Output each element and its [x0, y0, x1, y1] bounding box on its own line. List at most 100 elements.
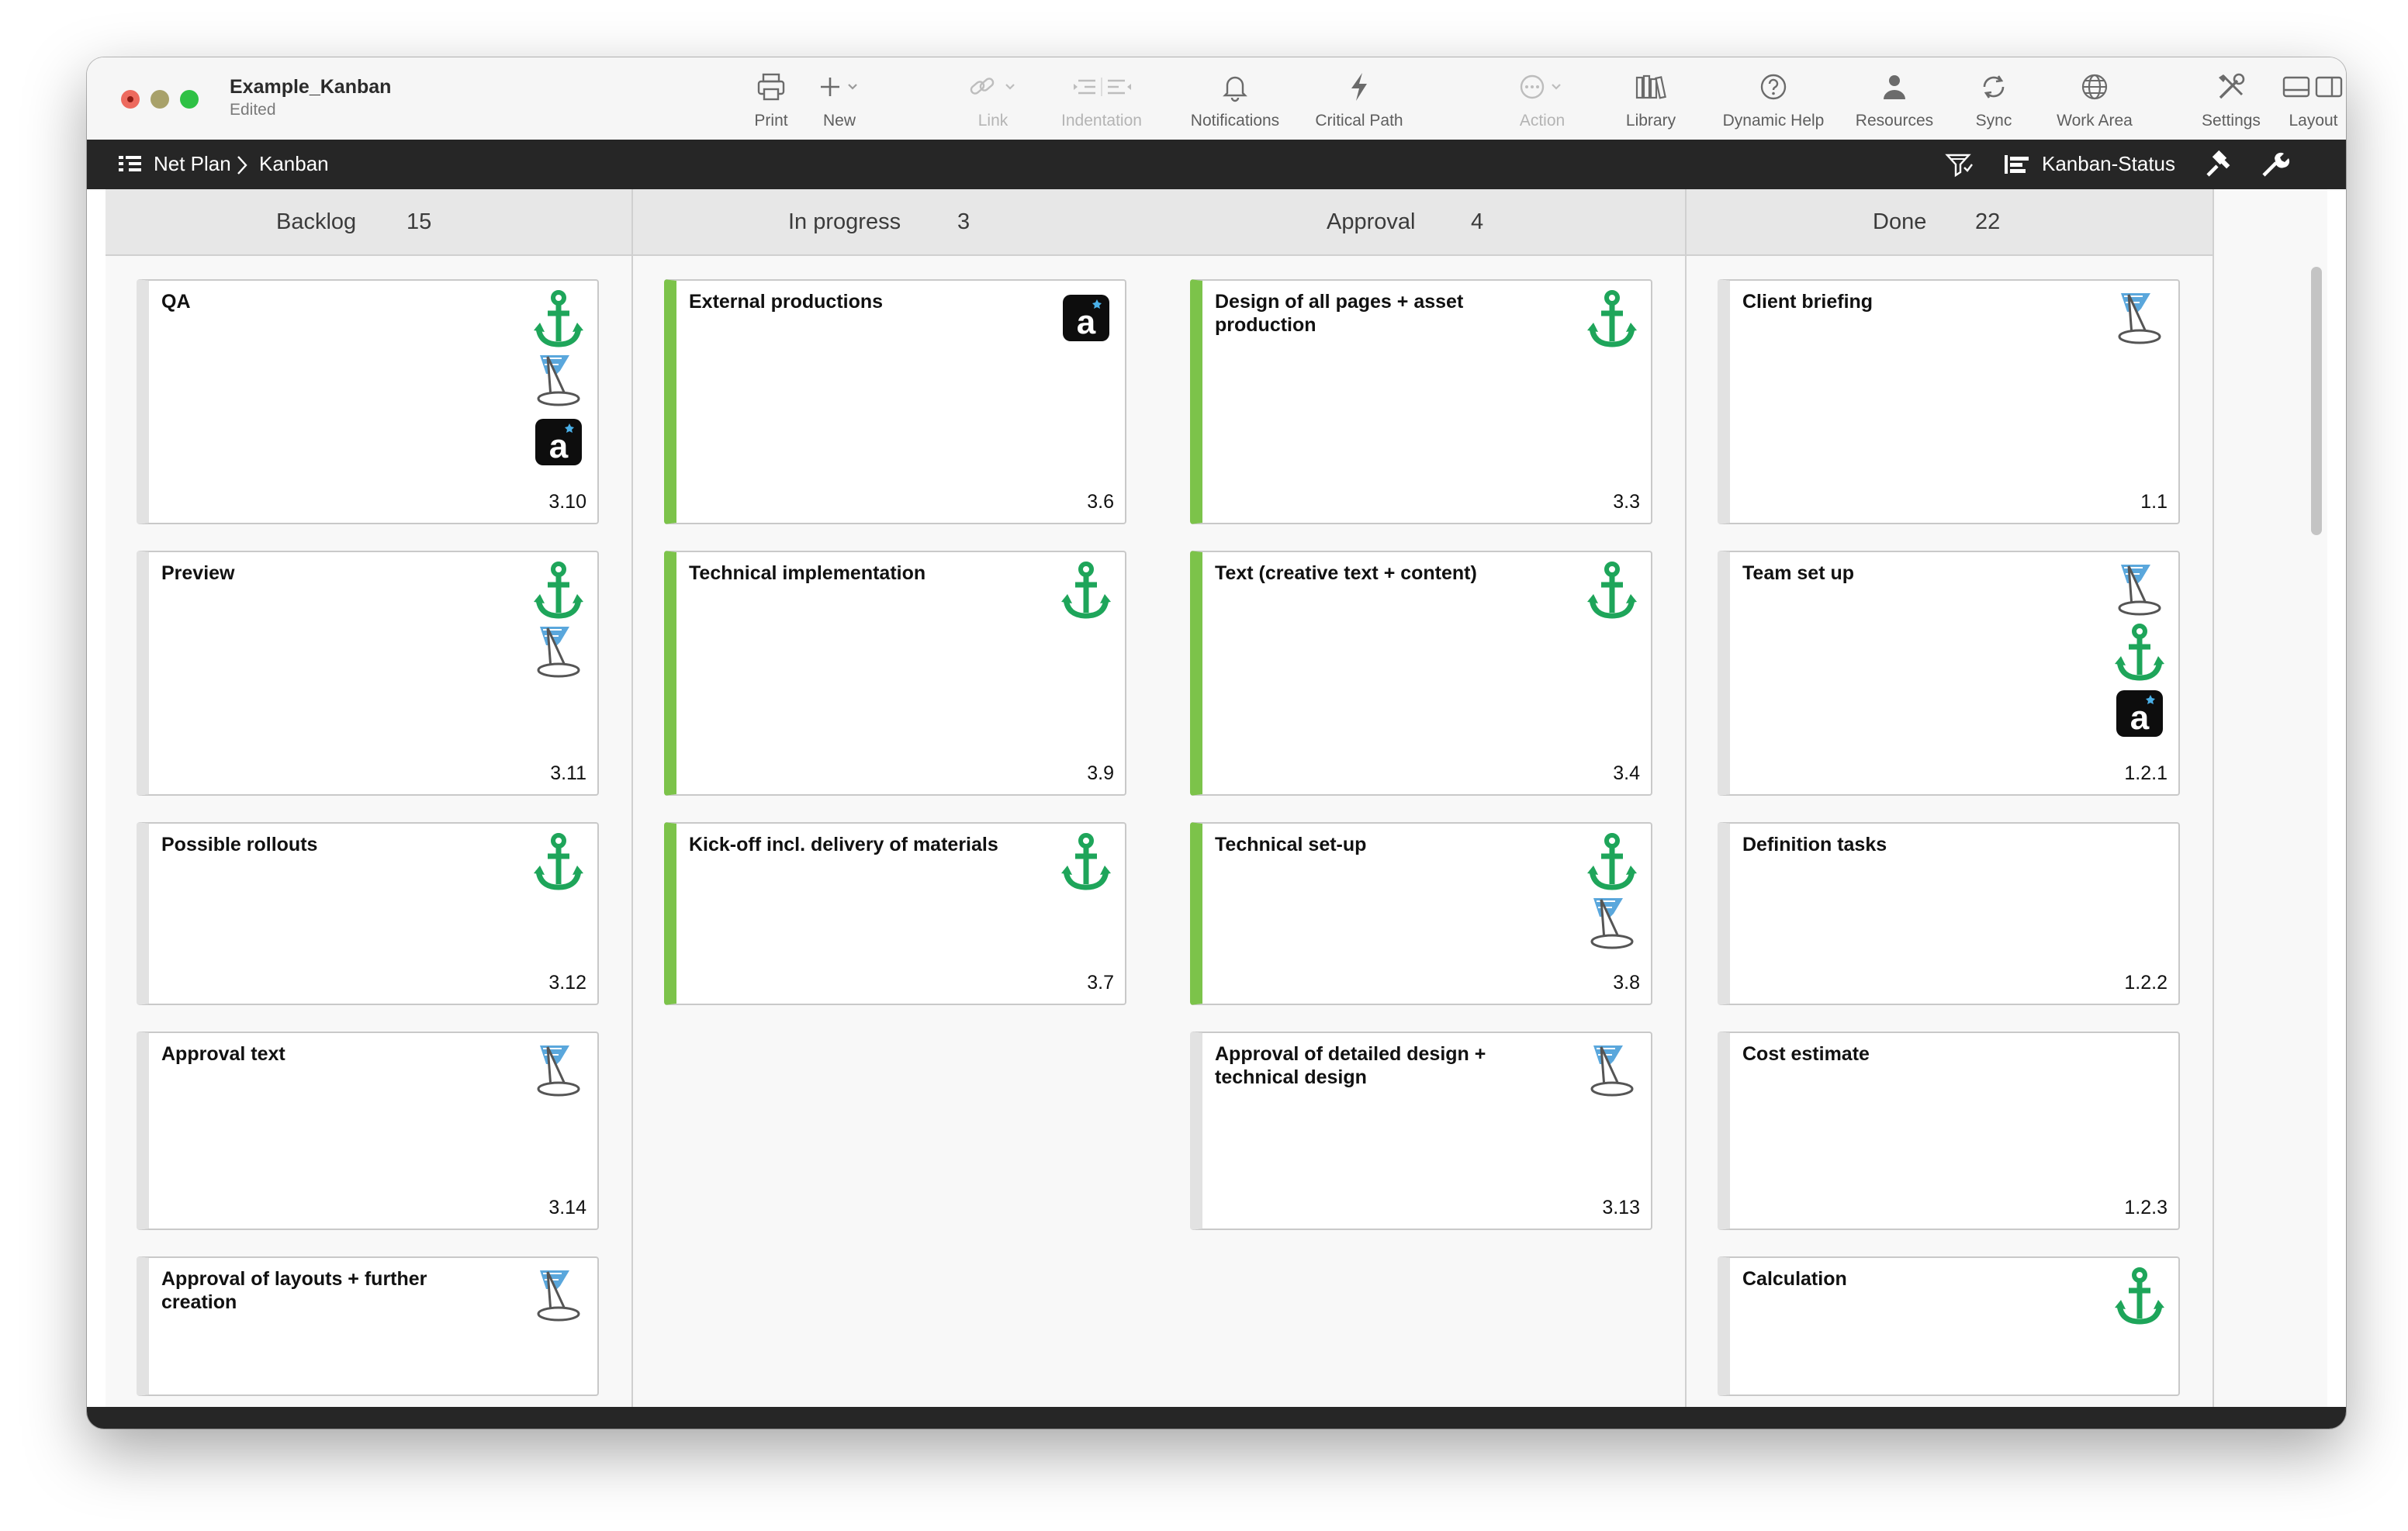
column-count: 15 [407, 209, 432, 234]
anchor-icon [1584, 289, 1640, 351]
wizard-hat-icon [531, 351, 586, 413]
lightning-icon [1313, 70, 1406, 104]
card-number: 3.10 [548, 491, 586, 513]
kanban-card[interactable]: Approval of detailed design + technical … [1190, 1032, 1652, 1230]
dynamic-help-button[interactable]: Dynamic Help [1723, 70, 1824, 132]
anchor-icon [1058, 831, 1114, 893]
indent-icon [1055, 70, 1148, 104]
panels-icon [2282, 70, 2344, 104]
column-header[interactable]: Backlog 15 [106, 189, 631, 256]
view-selector[interactable]: Kanban-Status [2042, 152, 2175, 176]
zoom-window-button[interactable] [180, 90, 199, 109]
card-number: 1.2.2 [2124, 972, 2168, 994]
kanban-card[interactable]: Cost estimate 1.2.3 [1718, 1032, 2180, 1230]
critical-path-button[interactable]: Critical Path [1313, 70, 1406, 132]
card-icons [1584, 831, 1640, 956]
action-button[interactable]: Action [1511, 70, 1573, 132]
indentation-button[interactable]: Indentation [1055, 70, 1148, 132]
settings-button[interactable]: Settings [2200, 70, 2262, 132]
card-title: Team set up [1742, 562, 1855, 584]
wizard-hat-icon [531, 622, 586, 684]
card-icons [1058, 560, 1114, 622]
card-number: 3.7 [1087, 972, 1114, 994]
card-icons [2112, 1266, 2168, 1328]
a-app-icon: a [2112, 684, 2168, 746]
card-number: 3.13 [1602, 1197, 1640, 1218]
library-button[interactable]: Library [1620, 70, 1682, 132]
sync-button[interactable]: Sync [1963, 70, 2025, 132]
card-icons [1058, 831, 1114, 893]
card-number: 3.14 [548, 1197, 586, 1218]
kanban-card[interactable]: Team set up a 1.2.1 [1718, 551, 2180, 796]
kanban-card[interactable]: Kick-off incl. delivery of materials 3.7 [664, 822, 1126, 1005]
kanban-card[interactable]: Technical implementation 3.9 [664, 551, 1126, 796]
column-title: Backlog [276, 209, 357, 234]
kanban-card[interactable]: Client briefing 1.1 [1718, 279, 2180, 524]
gavel-icon[interactable] [2203, 150, 2234, 182]
kanban-board: Backlog 15 QA a 3.10 Preview 3.11 Possib… [106, 189, 2327, 1415]
anchor-icon [1058, 560, 1114, 622]
a-app-icon: a [531, 413, 586, 475]
filter-icon[interactable] [1944, 150, 1975, 182]
minimize-window-button[interactable] [150, 90, 169, 109]
wizard-hat-icon [1584, 893, 1640, 956]
layout-button[interactable]: Layout [2282, 70, 2344, 132]
tools-icon [2200, 70, 2262, 104]
notifications-button[interactable]: Notifications [1188, 70, 1282, 132]
outline-icon[interactable] [116, 150, 144, 182]
card-icons: a [531, 289, 586, 475]
anchor-icon [2112, 622, 2168, 684]
kanban-card[interactable]: Design of all pages + asset production 3… [1190, 279, 1652, 524]
link-button[interactable]: Link [962, 70, 1024, 132]
printer-icon [740, 70, 802, 104]
card-number: 3.11 [550, 762, 586, 784]
kanban-card[interactable]: QA a 3.10 [137, 279, 599, 524]
anchor-icon [531, 289, 586, 351]
column-done: Done 22 Client briefing 1.1 Team set up a 1… [1687, 189, 2214, 1407]
card-icons: a [1058, 289, 1114, 351]
card-number: 3.3 [1613, 491, 1640, 513]
kanban-card[interactable]: Calculation [1718, 1256, 2180, 1396]
kanban-card[interactable]: Preview 3.11 [137, 551, 599, 796]
kanban-view-icon[interactable] [2001, 150, 2033, 182]
breadcrumb-kanban[interactable]: Kanban [259, 152, 329, 176]
kanban-card[interactable]: Definition tasks 1.2.2 [1718, 822, 2180, 1005]
column-title: In progress [788, 209, 901, 234]
breadcrumb-bar: Net Plan Kanban Kanban-Status [87, 140, 2346, 189]
new-button[interactable]: New [808, 70, 870, 132]
card-icons [2112, 289, 2168, 351]
kanban-card[interactable]: Technical set-up 3.8 [1190, 822, 1652, 1005]
breadcrumb-net-plan[interactable]: Net Plan [154, 152, 231, 176]
card-title: Technical set-up [1215, 834, 1367, 855]
resources-button[interactable]: Resources [1848, 70, 1941, 132]
close-window-button[interactable] [121, 90, 140, 109]
sync-icon [1963, 70, 2025, 104]
card-title: Client briefing [1742, 291, 1873, 313]
column-header[interactable]: Done 22 [1687, 189, 2213, 256]
anchor-icon [1584, 560, 1640, 622]
column-header[interactable]: In progress 3 [633, 189, 1159, 256]
column-title: Approval [1327, 209, 1416, 234]
bell-icon [1188, 70, 1282, 104]
card-title: Design of all pages + asset production [1215, 291, 1464, 336]
kanban-card[interactable]: Possible rollouts 3.12 [137, 822, 599, 1005]
books-icon [1620, 70, 1682, 104]
card-title: Cost estimate [1742, 1043, 1870, 1065]
card-title: Approval text [161, 1043, 285, 1065]
column-header[interactable]: Approval 4 [1159, 189, 1685, 256]
kanban-card[interactable]: Text (creative text + content) 3.4 [1190, 551, 1652, 796]
card-title: Technical implementation [689, 562, 926, 584]
work-area-button[interactable]: Work Area [2048, 70, 2141, 132]
globe-icon [2048, 70, 2141, 104]
wrench-icon[interactable] [2259, 150, 2290, 182]
card-number: 3.6 [1087, 491, 1114, 513]
card-title: Approval of detailed design + technical … [1215, 1043, 1486, 1088]
wizard-hat-icon [2112, 289, 2168, 351]
wizard-hat-icon [1584, 1041, 1640, 1103]
document-status: Edited [230, 101, 276, 119]
card-number: 3.12 [548, 972, 586, 994]
kanban-card[interactable]: Approval of layouts + further creation [137, 1256, 599, 1396]
kanban-card[interactable]: Approval text 3.14 [137, 1032, 599, 1230]
scrollbar-thumb[interactable] [2311, 267, 2322, 535]
kanban-card[interactable]: External productions a 3.6 [664, 279, 1126, 524]
